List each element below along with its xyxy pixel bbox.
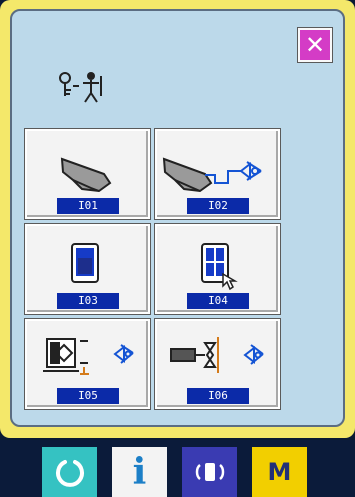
tile-code: I06 [187, 388, 249, 404]
tile-code: I01 [57, 198, 119, 214]
communication-button[interactable] [182, 447, 237, 497]
tile-i06[interactable]: I06 [155, 319, 280, 409]
tile-code: I02 [187, 198, 249, 214]
tile-code: I03 [57, 293, 119, 309]
communication-icon [195, 463, 224, 481]
maintenance-person-key-icon [59, 72, 102, 103]
maintenance-dialog: ✕ I01 I02 I03 I04 I05 I06 [10, 9, 345, 427]
bottom-bar: i M [0, 440, 355, 497]
close-button[interactable]: ✕ [298, 28, 332, 62]
tile-i05[interactable]: I05 [25, 319, 150, 409]
mode-label: M [267, 458, 292, 486]
tile-i03[interactable]: I03 [25, 224, 150, 314]
information-button[interactable]: i [112, 447, 167, 497]
tile-i02[interactable]: I02 [155, 129, 280, 219]
ready-button[interactable] [42, 447, 97, 497]
tile-code: I04 [187, 293, 249, 309]
tile-i04[interactable]: I04 [155, 224, 280, 314]
tile-code: I05 [57, 388, 119, 404]
tile-i01[interactable]: I01 [25, 129, 150, 219]
mode-button[interactable]: M [252, 447, 307, 497]
info-icon: i [132, 451, 147, 493]
ready-key-icon [55, 458, 84, 487]
